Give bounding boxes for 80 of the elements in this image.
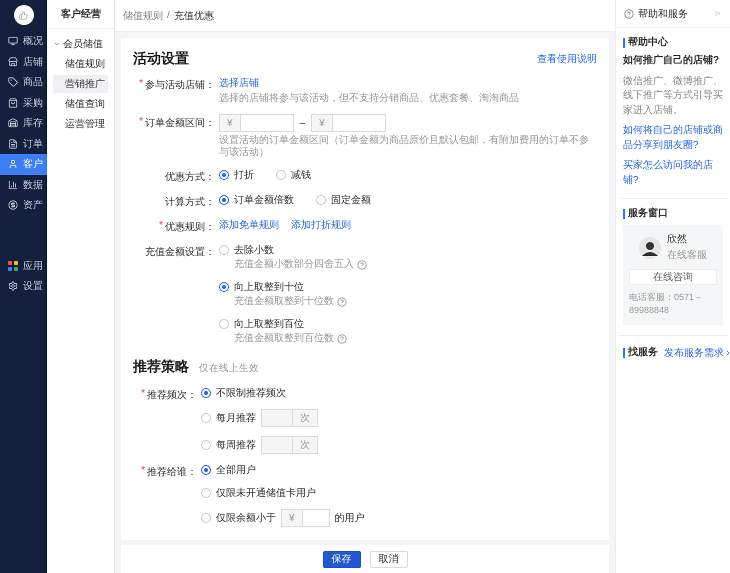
- currency-addon: ¥: [219, 114, 241, 132]
- option-label: 减钱: [291, 168, 311, 182]
- section-title: 帮助中心: [623, 38, 723, 48]
- article-link[interactable]: 买家怎么访问我的店铺?: [623, 159, 723, 188]
- option-label: 打折: [234, 168, 254, 182]
- field-label: 充值金额设置：: [145, 246, 215, 259]
- currency-addon: ¥: [281, 509, 303, 527]
- phone-number: 电话客服：0571－89988848: [629, 291, 704, 318]
- field-hint: 选择的店铺将参与该活动，但不支持分销商品、优惠套餐、淘淘商品: [219, 93, 520, 105]
- menu-group[interactable]: 会员储值: [47, 29, 114, 55]
- option-label: 仅限未开通储值卡用户: [216, 486, 316, 500]
- unit-addon: 次: [292, 409, 318, 427]
- option-label: 向上取整到百位: [234, 318, 304, 331]
- currency-addon: ¥: [311, 114, 333, 132]
- nav-item[interactable]: 客户: [0, 154, 47, 174]
- nav-item[interactable]: 应用: [0, 256, 47, 276]
- section-title: 找服务: [623, 348, 658, 358]
- nav-item[interactable]: 数据: [0, 174, 47, 195]
- save-button[interactable]: 保存: [322, 550, 360, 568]
- nav-item[interactable]: 概况: [0, 31, 47, 52]
- article-answer: 微信推广、微博推广、线下推广等方式引导买家进入店铺。: [623, 74, 723, 118]
- option-label: 全部用户: [216, 464, 256, 477]
- nav-item[interactable]: 设置: [0, 276, 47, 296]
- panel-title: 帮助和服务: [638, 8, 689, 20]
- option-label: 固定金额: [331, 194, 371, 207]
- menu-item[interactable]: 营销推广: [53, 75, 108, 93]
- option-hint: 充值金额取整到十位数: [234, 296, 334, 308]
- menu-item[interactable]: 储值规则: [53, 55, 108, 73]
- action-link[interactable]: 选择店铺: [219, 76, 259, 90]
- required-mark: *: [139, 116, 143, 129]
- field-hint: 设置活动的订单金额区间（订单金额为商品原价且默认包邮，有附加费用的订单不参与该活动）: [219, 135, 590, 159]
- breadcrumb-item: 充值优惠: [174, 10, 214, 22]
- option-suffix: 的用户: [334, 512, 365, 525]
- nav-item[interactable]: 资产: [0, 195, 47, 216]
- menu-item[interactable]: 运营管理: [53, 115, 108, 133]
- option-label: 每月推荐: [216, 412, 256, 425]
- required-mark: *: [139, 78, 143, 91]
- agent-role: 在线客服: [667, 248, 707, 262]
- option-label: 向上取整到十位: [234, 280, 304, 294]
- required-mark: *: [141, 388, 145, 401]
- option-hint: 充值金额取整到百位数: [234, 333, 334, 345]
- nav-item[interactable]: 订单: [0, 134, 47, 154]
- action-link[interactable]: 添加免单规则: [219, 218, 279, 232]
- section-heading: 活动设置: [133, 50, 189, 68]
- nav-item[interactable]: 店铺: [0, 52, 47, 72]
- nav-item[interactable]: 商品: [0, 72, 47, 92]
- option-label: 订单金额倍数: [234, 194, 294, 207]
- field-label: 推荐给谁：: [147, 466, 197, 479]
- section-title: 客户经营: [47, 0, 114, 29]
- range-separator: –: [300, 118, 306, 128]
- option-label: 不限制推荐频次: [216, 386, 286, 400]
- field-label: 优惠规则：: [165, 220, 215, 234]
- field-label: 推荐频次：: [147, 388, 197, 402]
- article-question: 如何推广自己的店铺?: [623, 54, 720, 68]
- unit-addon: 次: [292, 436, 318, 454]
- nav-item[interactable]: 库存: [0, 113, 47, 134]
- field-label: 计算方式：: [165, 196, 215, 209]
- section-heading: 推荐策略: [133, 358, 189, 376]
- required-mark: *: [141, 465, 145, 478]
- option-hint: 充值金额小数部分四舍五入: [234, 259, 354, 271]
- action-link[interactable]: 添加打折规则: [291, 218, 351, 232]
- option-label: 去除小数: [234, 244, 274, 257]
- field-label: 订单金额区间：: [145, 116, 215, 130]
- menu-item[interactable]: 储值查询: [53, 95, 108, 113]
- cancel-button[interactable]: 取消: [370, 550, 408, 568]
- required-mark: *: [159, 220, 163, 233]
- option-label: 每周推荐: [216, 438, 256, 452]
- agent-name: 欣然: [667, 233, 688, 247]
- field-label: 优惠方式：: [165, 170, 215, 184]
- consult-button[interactable]: 在线咨询: [629, 269, 717, 285]
- section-title: 服务窗口: [623, 209, 723, 219]
- field-label: 参与活动店铺：: [145, 78, 215, 92]
- article-link[interactable]: 如何将自己的店铺或商品分享到朋友圈?: [623, 124, 723, 153]
- section-note: 仅在线上生效: [199, 362, 259, 375]
- help-link[interactable]: 查看使用说明: [537, 52, 597, 66]
- service-link[interactable]: 发布服务需求: [664, 346, 730, 360]
- option-label: 仅限余额小于: [216, 512, 276, 525]
- breadcrumb-separator: /: [167, 10, 170, 21]
- nav-item[interactable]: 采购: [0, 92, 47, 113]
- breadcrumb-item[interactable]: 储值规则: [123, 8, 163, 22]
